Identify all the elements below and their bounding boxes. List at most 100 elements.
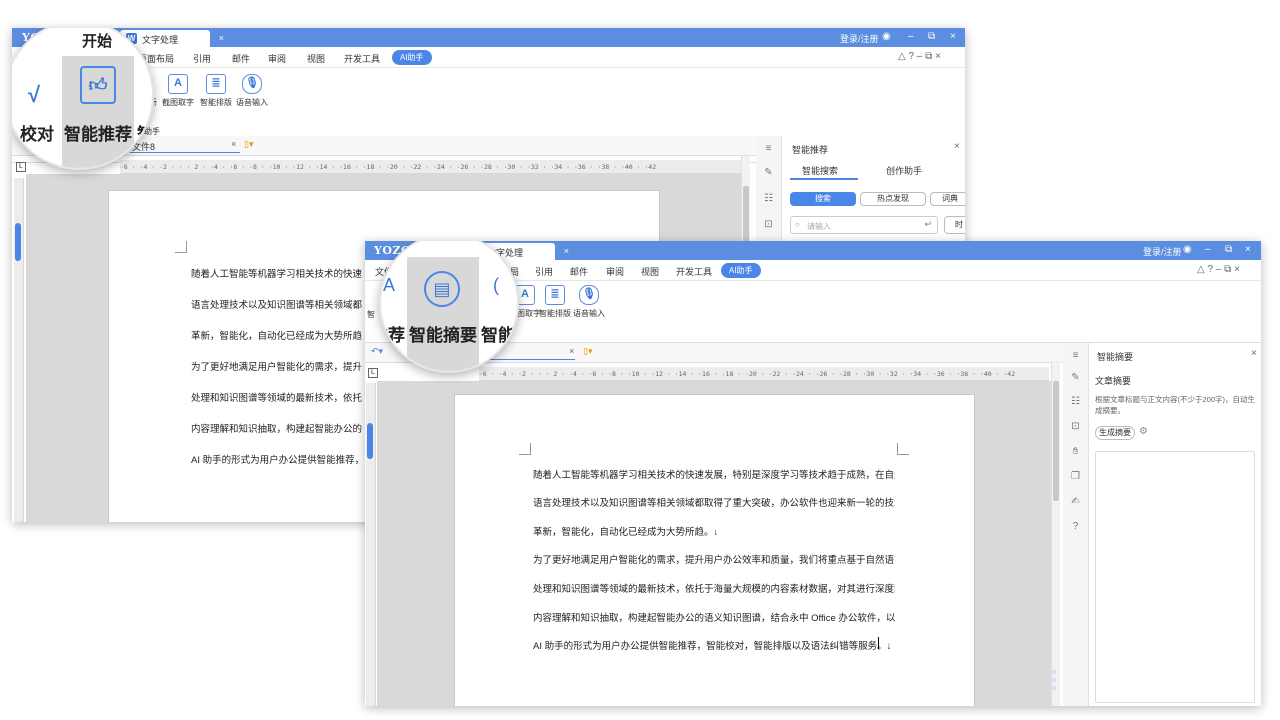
edit-icon[interactable]: ✍︎ xyxy=(1069,495,1082,508)
close-window-icon[interactable]: × xyxy=(950,31,956,42)
search-input[interactable]: ○ 请输入 ↵ xyxy=(790,216,938,234)
user-icon[interactable]: ◉ xyxy=(1183,244,1192,255)
generate-summary-button[interactable]: 生成摘要 xyxy=(1095,426,1135,440)
new-doc-icon[interactable]: ▯▾ xyxy=(583,346,592,357)
lock-icon[interactable]: ⊡ xyxy=(762,218,775,231)
voice-input-button[interactable]: 🎙︎ 语音输入 xyxy=(234,74,270,108)
scrollbar-thumb[interactable] xyxy=(743,186,749,246)
clear-icon[interactable]: × xyxy=(231,139,236,149)
ocr-partial-icon: A xyxy=(383,275,396,295)
new-doc-icon[interactable]: ▯▾ xyxy=(244,139,253,150)
ruler-corner-icon[interactable]: L xyxy=(368,368,378,378)
summary-output-area[interactable] xyxy=(1095,451,1255,703)
ruler-corner-icon[interactable]: L xyxy=(16,162,26,172)
menu-developer[interactable]: 开发工具 xyxy=(676,265,712,278)
help-icon[interactable]: ? xyxy=(1069,520,1082,533)
voice-input-button[interactable]: 🎙︎ 语音输入 xyxy=(571,285,607,319)
close-window-icon[interactable]: × xyxy=(1245,244,1251,255)
copy-icon[interactable]: ❐ xyxy=(1069,470,1082,483)
smart-layout-label: 智能排版 xyxy=(200,98,232,107)
microphone-icon: 🎙︎ xyxy=(579,285,599,305)
smart-layout-button[interactable]: ≣ 智能排版 xyxy=(198,74,234,108)
close-tab-icon[interactable]: × xyxy=(564,246,569,256)
pen-icon[interactable]: ✎ xyxy=(762,166,775,179)
summary-icon[interactable]: ▤ xyxy=(424,271,460,307)
menu-view[interactable]: 视图 xyxy=(307,52,325,65)
tab-smart-search[interactable]: 智能搜索 xyxy=(802,164,838,177)
pen-icon[interactable]: ✎ xyxy=(1069,371,1082,384)
undo-icon[interactable]: ↶▾ xyxy=(371,346,383,357)
document-page[interactable]: 随着人工智能等机器学习相关技术的快速发展，特别是深度学习等技术趋于成熟，在自然 … xyxy=(454,394,975,706)
close-tab-icon[interactable]: × xyxy=(219,33,224,43)
menu-lines-icon[interactable]: ≡ xyxy=(762,142,775,155)
magnifier-center-text[interactable]: 智能推荐 xyxy=(64,120,132,145)
login-link[interactable]: 登录/注册 xyxy=(840,32,879,45)
panel-close-icon[interactable]: × xyxy=(954,141,960,152)
magnifier-top-text: 开始 xyxy=(82,33,113,50)
time-button[interactable]: 时 xyxy=(944,216,965,234)
restore-icon[interactable]: ⧉ xyxy=(928,31,935,42)
sliders-icon[interactable]: ☷ xyxy=(1069,395,1082,408)
partial-icon-right: ( xyxy=(493,275,499,295)
settings-icon[interactable]: ⚙︎ xyxy=(1139,426,1148,437)
restore-icon[interactable]: ⧉ xyxy=(1225,244,1232,255)
smart-layout-label: 智能排版 xyxy=(539,309,571,318)
user-icon[interactable]: ◉ xyxy=(882,31,891,42)
vruler-marker[interactable] xyxy=(15,223,21,261)
search-button[interactable]: 搜索 xyxy=(790,192,856,206)
paragraph-line: 为了更好地满足用户智能化的需求，提升用户办公效率和质量，我们将重点基于自然语言 xyxy=(533,555,895,566)
magnifier-left-text: 校对 xyxy=(20,125,54,144)
smart-summary-panel: 智能摘要 × 文章摘要 根据文章标题与正文内容(不少于200字)，自动生成摘要。… xyxy=(1089,343,1261,706)
hot-topics-button[interactable]: 热点发现 xyxy=(860,192,926,206)
paragraph-line: 语言处理技术以及知识图谱等相关领域都取得了重大突破，办公软件也迎来新一轮的技术 xyxy=(533,498,895,509)
front-window: YOZO 首页 W 文字处理 × 登录/注册 ◉ – ⧉ × 文件 页面布局 引… xyxy=(365,241,1261,706)
menu-developer[interactable]: 开发工具 xyxy=(344,52,380,65)
menu-mail[interactable]: 邮件 xyxy=(232,52,250,65)
document-tab-label: 文字处理 xyxy=(142,35,179,45)
voice-input-label: 语音输入 xyxy=(573,309,605,318)
lock-icon[interactable]: ⊡ xyxy=(1069,420,1082,433)
clear-icon[interactable]: × xyxy=(569,346,574,356)
dictionary-button[interactable]: 词典 xyxy=(930,192,965,206)
vruler-marker[interactable] xyxy=(367,423,373,459)
hand-icon[interactable]: ✋︎ xyxy=(1069,445,1082,458)
window-tools[interactable]: △ ? – ⧉ × xyxy=(898,51,941,62)
tab-writing-assistant[interactable]: 创作助手 xyxy=(886,164,922,177)
window-tools[interactable]: △ ? – ⧉ × xyxy=(1197,264,1240,275)
menu-view[interactable]: 视图 xyxy=(641,265,659,278)
minimize-icon[interactable]: – xyxy=(908,31,914,42)
menu-review[interactable]: 审阅 xyxy=(268,52,286,65)
horizontal-ruler: ·6 · ·4 · ·2 · · · 2 · ·4 · ·6 · ·8 · ·1… xyxy=(120,160,750,174)
sliders-icon[interactable]: ☷ xyxy=(762,192,775,205)
horizontal-ruler: ·6 · ·4 · ·2 · · · 2 · ·4 · ·6 · ·8 · ·1… xyxy=(479,367,1049,381)
panel-close-icon[interactable]: × xyxy=(1251,348,1257,359)
enter-icon[interactable]: ↵ xyxy=(924,219,932,230)
smart-layout-button[interactable]: ≣ 智能排版 xyxy=(537,285,573,319)
ocr-button[interactable]: A 截图取字 xyxy=(160,74,196,108)
margin-marker-right xyxy=(897,443,909,455)
login-link[interactable]: 登录/注册 xyxy=(1143,245,1182,258)
menu-references[interactable]: 引用 xyxy=(193,52,211,65)
document-canvas: 随着人工智能等机器学习相关技术的快速发展，特别是深度学习等技术趋于成熟，在自然 … xyxy=(377,381,1051,706)
magnifier-left-text: 推荐 xyxy=(381,326,405,345)
scroll-nav-icons[interactable]: ○ ○ ○ xyxy=(1052,669,1056,693)
menu-mail[interactable]: 邮件 xyxy=(570,265,588,278)
margin-marker xyxy=(175,241,187,253)
vertical-scrollbar[interactable]: ○ ○ ○ xyxy=(1051,361,1060,706)
magnifier-center-text[interactable]: 智能摘要 xyxy=(409,321,477,346)
minimize-icon[interactable]: – xyxy=(1205,244,1211,255)
summary-description: 根据文章标题与正文内容(不少于200字)，自动生成摘要。 xyxy=(1095,395,1256,415)
menu-ai-assistant[interactable]: AI助手 xyxy=(392,50,432,65)
margin-marker-left xyxy=(519,443,531,455)
menu-ai-assistant[interactable]: AI助手 xyxy=(721,263,761,278)
panel-title: 智能推荐 xyxy=(792,145,829,155)
menu-lines-icon[interactable]: ≡ xyxy=(1069,349,1082,362)
voice-input-label: 语音输入 xyxy=(236,98,268,107)
menu-review[interactable]: 审阅 xyxy=(606,265,624,278)
menu-references[interactable]: 引用 xyxy=(535,265,553,278)
thumbs-up-icon[interactable]: 👍︎ xyxy=(80,66,116,104)
check-mark-icon: √ xyxy=(28,82,41,107)
menu-bar: 文件 页面布局 引用 邮件 审阅 视图 开发工具 AI助手 △ ? – ⧉ × xyxy=(12,47,965,68)
scrollbar-thumb[interactable] xyxy=(1053,381,1059,501)
microphone-icon: 🎙︎ xyxy=(242,74,262,94)
